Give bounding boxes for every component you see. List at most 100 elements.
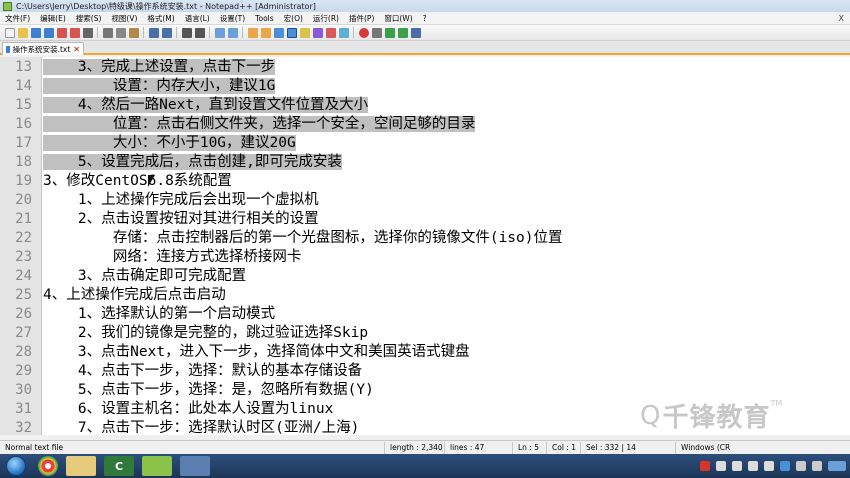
code-line[interactable]: 3、完成上述设置，点击下一步 [43, 58, 276, 77]
zoom-in-icon[interactable] [214, 27, 225, 38]
code-line[interactable]: 4、点击下一步，选择：默认的基本存储设备 [43, 362, 362, 381]
copy-icon[interactable] [115, 27, 126, 38]
sogou-ime-icon[interactable] [700, 461, 710, 471]
menu-run[interactable]: 运行(R) [308, 13, 344, 24]
stop-macro-icon[interactable] [371, 27, 382, 38]
line-number-gutter: 13 14 15 16 17 18 19 20 21 22 23 24 25 26 27 28 29 30 31 32 [0, 57, 42, 435]
sync-vertical-icon[interactable] [247, 27, 258, 38]
code-line[interactable]: 2、点击设置按钮对其进行相关的设置 [43, 210, 319, 229]
save-macro-icon[interactable] [410, 27, 421, 38]
flag-icon[interactable] [812, 461, 822, 471]
line-text: 1、选择默认的第一个启动模式 [43, 306, 276, 322]
code-line[interactable]: 5、设置完成后，点击创建,即可完成安装 [43, 153, 342, 172]
tray-icon[interactable] [732, 461, 742, 471]
close-icon[interactable] [56, 27, 67, 38]
tab-close-icon[interactable]: ✕ [73, 45, 80, 54]
close-document-button[interactable]: X [833, 14, 850, 23]
menu-tools[interactable]: Tools [250, 14, 278, 23]
tray-icon[interactable] [748, 461, 758, 471]
open-file-icon[interactable] [17, 27, 28, 38]
menu-edit[interactable]: 编辑(E) [35, 13, 71, 24]
menu-window[interactable]: 窗口(W) [379, 13, 417, 24]
menu-search[interactable]: 搜索(S) [71, 13, 107, 24]
line-text: 4、上述操作完成后点击启动 [43, 287, 226, 303]
line-text: 5、点击下一步，选择：是，忽略所有数据(Y) [43, 382, 374, 398]
code-line[interactable]: 设置：内存大小，建议1G [43, 77, 276, 96]
cut-icon[interactable] [102, 27, 113, 38]
indent-guide-icon[interactable] [299, 27, 310, 38]
editor-area[interactable]: 13 14 15 16 17 18 19 20 21 22 23 24 25 26 27 28 29 30 31 32… [0, 57, 850, 435]
code-line[interactable]: 位置：点击右侧文件夹，选择一个安全，空间足够的目录 [43, 115, 476, 134]
start-button[interactable] [6, 456, 26, 476]
code-line[interactable]: 3、点击确定即可完成配置 [43, 267, 246, 286]
mouse-pointer-icon [148, 175, 156, 189]
line-number: 26 [15, 306, 32, 322]
play-macro-icon[interactable] [384, 27, 395, 38]
code-line[interactable]: 网络：连接方式选择桥接网卡 [43, 248, 302, 267]
code-area[interactable]: 3、完成上述设置，点击下一步 设置：内存大小，建议1G 4、然后一路Next，直… [43, 57, 850, 435]
line-text: 3、点击确定即可完成配置 [43, 268, 247, 284]
tab-os-install[interactable]: 操作系统安装.txt ✕ [2, 42, 84, 55]
record-macro-icon[interactable] [358, 27, 369, 38]
line-number: 30 [15, 382, 32, 398]
file-explorer-icon[interactable] [66, 456, 96, 476]
line-number: 25 [15, 287, 32, 303]
code-line[interactable]: 存储：点击控制器后的第一个光盘图标，选择你的镜像文件(iso)位置 [43, 229, 563, 248]
close-all-icon[interactable] [69, 27, 80, 38]
menu-language[interactable]: 语言(L) [180, 13, 215, 24]
new-file-icon[interactable] [4, 27, 15, 38]
print-icon[interactable] [82, 27, 93, 38]
save-icon[interactable] [30, 27, 41, 38]
code-line[interactable]: 2、我们的镜像是完整的，跳过验证选择Skip [43, 324, 368, 343]
notepad-plus-plus-taskbar-icon[interactable] [142, 456, 172, 476]
volume-icon[interactable] [796, 461, 806, 471]
code-line[interactable]: 4、然后一路Next，直到设置文件位置及大小 [43, 96, 369, 115]
undo-icon[interactable] [148, 27, 159, 38]
status-length: length : 2,340 [385, 441, 445, 454]
network-icon[interactable] [780, 461, 790, 471]
replace-icon[interactable] [194, 27, 205, 38]
code-line[interactable]: 1、选择默认的第一个启动模式 [43, 305, 275, 324]
line-number: 31 [15, 401, 32, 417]
code-line[interactable]: 3、点击Next，进入下一步，选择简体中文和美国英语式键盘 [43, 343, 470, 362]
code-line[interactable]: 大小：不小于10G，建议20G [43, 134, 296, 153]
menu-file[interactable]: 文件(F) [0, 13, 35, 24]
tray-icon[interactable] [716, 461, 726, 471]
menu-settings[interactable]: 设置(T) [215, 13, 250, 24]
line-number: 16 [15, 116, 32, 132]
line-number: 22 [15, 230, 32, 246]
menu-macro[interactable]: 宏(O) [279, 13, 308, 24]
code-line[interactable]: 5、点击下一步，选择：是，忽略所有数据(Y) [43, 381, 374, 400]
virtualbox-icon[interactable] [180, 456, 210, 476]
taskbar-app-c[interactable]: C [104, 456, 134, 476]
menu-format[interactable]: 格式(M) [142, 13, 179, 24]
code-line[interactable]: 6、设置主机名：此处本人设置为linux [43, 400, 333, 419]
line-text: 4、点击下一步，选择：默认的基本存储设备 [43, 363, 363, 379]
word-wrap-icon[interactable] [273, 27, 284, 38]
paste-icon[interactable] [128, 27, 139, 38]
function-list-icon[interactable] [338, 27, 349, 38]
doc-map-icon[interactable] [325, 27, 336, 38]
sync-horizontal-icon[interactable] [260, 27, 271, 38]
run-macro-multiple-icon[interactable] [397, 27, 408, 38]
code-line[interactable]: 1、上述操作完成后会出现一个虚拟机 [43, 191, 319, 210]
line-text: 2、我们的镜像是完整的，跳过验证选择Skip [43, 325, 369, 341]
find-icon[interactable] [181, 27, 192, 38]
status-lines: lines : 47 [445, 441, 513, 454]
code-line[interactable]: 4、上述操作完成后点击启动 [43, 286, 226, 305]
chrome-icon[interactable] [38, 456, 58, 476]
save-all-icon[interactable] [43, 27, 54, 38]
language-icon[interactable] [312, 27, 323, 38]
menu-view[interactable]: 视图(V) [106, 13, 142, 24]
status-eol: Windows (CR [681, 442, 731, 452]
menu-plugins[interactable]: 插件(P) [344, 13, 379, 24]
show-desktop-button[interactable] [828, 461, 846, 471]
tray-icon[interactable] [764, 461, 774, 471]
show-all-chars-icon[interactable] [286, 27, 297, 38]
selected-text: 大小：不小于10G，建议20G [43, 135, 296, 151]
redo-icon[interactable] [161, 27, 172, 38]
code-line[interactable]: 7、点击下一步：选择默认时区(亚洲/上海) [43, 419, 359, 435]
menu-help[interactable]: ? [418, 14, 432, 23]
code-line[interactable]: 3、修改CentOS6.8系统配置 [43, 172, 232, 191]
zoom-out-icon[interactable] [227, 27, 238, 38]
